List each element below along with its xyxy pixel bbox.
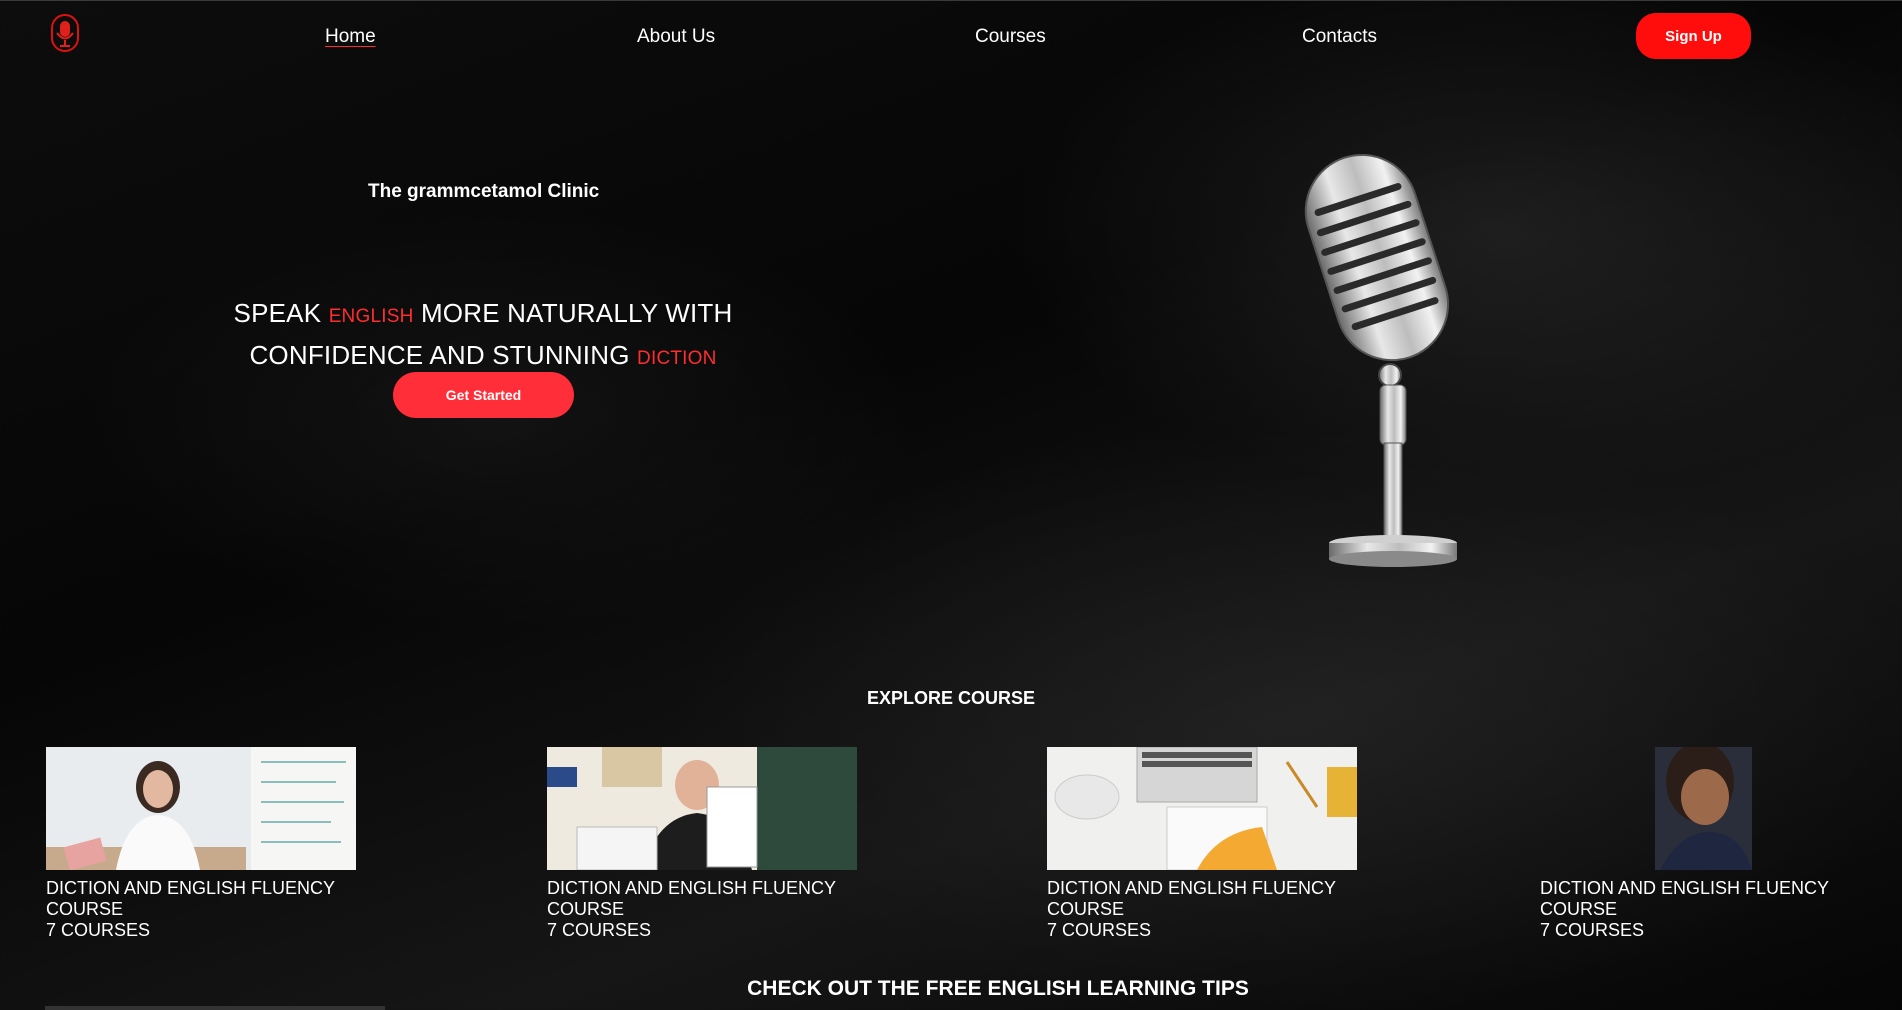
headline-part: SPEAK — [233, 298, 329, 328]
course-title: COURSE — [1047, 899, 1125, 919]
explore-course-heading: EXPLORE COURSE — [866, 688, 1036, 708]
headline-accent-english: ENGLISH — [328, 306, 414, 327]
course-title: COURSE — [547, 899, 625, 919]
course-count: 7 COURSES — [547, 920, 652, 940]
section-divider — [45, 1006, 385, 1010]
course-image-teacher — [46, 747, 356, 870]
nav-about-us[interactable]: About Us — [637, 26, 715, 48]
course-title: DICTION AND ENGLISH FLUENCY — [547, 878, 837, 898]
course-image-tutor — [547, 747, 857, 870]
free-tips-heading: CHECK OUT THE FREE ENGLISH LEARNING TIPS — [747, 977, 1249, 1000]
sign-up-button[interactable]: Sign Up — [1636, 13, 1751, 59]
course-title: DICTION AND ENGLISH FLUENCY — [1047, 878, 1337, 898]
get-started-button[interactable]: Get Started — [393, 372, 574, 418]
course-count: 7 COURSES — [1540, 920, 1645, 940]
headline-part: MORE NATURALLY WITH — [413, 298, 733, 328]
brand-name: The grammcetamol Clinic — [368, 181, 600, 202]
nav-contacts[interactable]: Contacts — [1302, 26, 1377, 48]
course-card[interactable]: DICTION AND ENGLISH FLUENCY COURSE 7 COU… — [547, 747, 857, 941]
course-title: COURSE — [1540, 899, 1618, 919]
course-title: COURSE — [46, 899, 124, 919]
course-title: DICTION AND ENGLISH FLUENCY — [46, 878, 336, 898]
course-card[interactable]: DICTION AND ENGLISH FLUENCY COURSE 7 COU… — [1047, 747, 1357, 941]
course-image-desk — [1047, 747, 1357, 870]
course-card[interactable]: DICTION AND ENGLISH FLUENCY COURSE 7 COU… — [1540, 747, 1850, 941]
top-border — [0, 0, 1902, 1]
headline-accent-diction: DICTION — [637, 348, 717, 369]
course-card[interactable]: DICTION AND ENGLISH FLUENCY COURSE 7 COU… — [46, 747, 356, 941]
nav-courses[interactable]: Courses — [975, 26, 1046, 48]
microphone-icon — [1304, 153, 1457, 567]
microphone-logo-icon[interactable] — [50, 13, 80, 53]
course-count: 7 COURSES — [1047, 920, 1152, 940]
course-count: 7 COURSES — [46, 920, 151, 940]
nav-home[interactable]: Home — [325, 26, 376, 48]
course-title: DICTION AND ENGLISH FLUENCY — [1540, 878, 1830, 898]
course-image-student — [1540, 747, 1850, 870]
hero-headline: SPEAK ENGLISH MORE NATURALLY WITH CONFID… — [200, 294, 766, 378]
headline-part: CONFIDENCE AND STUNNING — [249, 340, 638, 370]
